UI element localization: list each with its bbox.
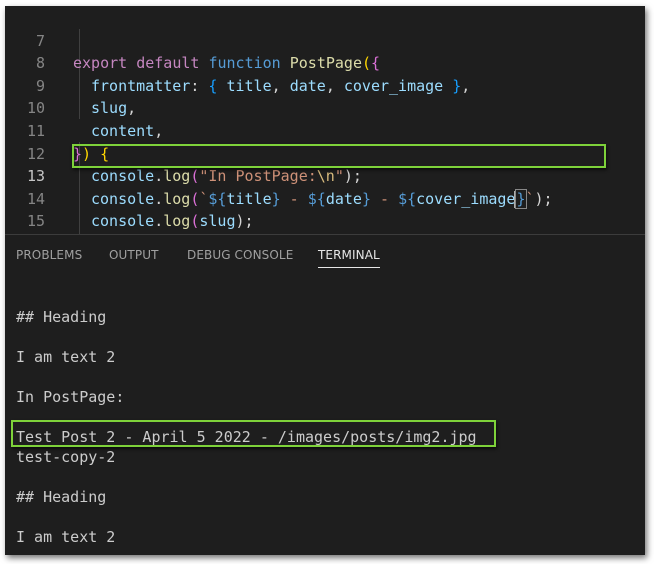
code-line: 12 console.log("In PostPage:\n");	[5, 120, 645, 186]
bottom-panel: PROBLEMS OUTPUT DEBUG CONSOLE TERMINAL #…	[5, 234, 645, 555]
terminal-line: In PostPage:	[16, 388, 125, 406]
code-line: 14 console.log(slug);	[5, 165, 645, 231]
terminal-line: ## Heading	[16, 488, 107, 506]
code-line: 9 slug,	[5, 52, 645, 118]
highlight-box-code	[72, 144, 606, 168]
highlight-box-terminal	[11, 420, 496, 447]
vscode-window: 7 export default function PostPage({ 8 f…	[5, 6, 645, 555]
terminal-line: I am text 2	[16, 348, 116, 366]
code-line: 11 }) {	[5, 97, 645, 163]
code-line: 10 content,	[5, 75, 645, 140]
code-line: 16	[5, 210, 645, 233]
tab-debug-console[interactable]: DEBUG CONSOLE	[187, 248, 293, 262]
terminal-line: ## Heading	[16, 308, 107, 326]
code-line: 15 console.log(content);	[5, 188, 645, 230]
code-line: 8 frontmatter: { title, date, cover_imag…	[5, 30, 645, 95]
code-editor[interactable]: 7 export default function PostPage({ 8 f…	[5, 6, 645, 234]
tab-problems[interactable]: PROBLEMS	[16, 248, 82, 262]
terminal-line: I am text 2	[16, 528, 116, 546]
code-line: 7 export default function PostPage({	[5, 7, 645, 73]
panel-tabs: PROBLEMS OUTPUT DEBUG CONSOLE TERMINAL	[5, 235, 645, 275]
terminal-line: test-copy-2	[16, 448, 116, 466]
tab-output[interactable]: OUTPUT	[109, 248, 159, 262]
tab-terminal[interactable]: TERMINAL	[318, 248, 380, 268]
